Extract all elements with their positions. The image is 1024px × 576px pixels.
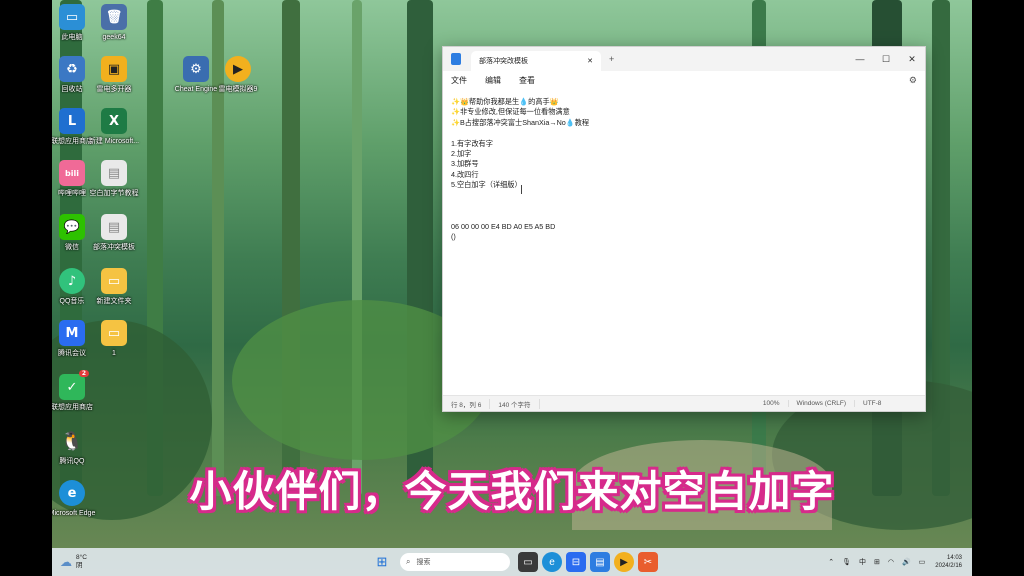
chevron-up-icon[interactable]: ⌃ — [828, 558, 834, 566]
notepad-app-icon — [451, 53, 461, 65]
ime-grid-icon[interactable]: ⊞ — [874, 558, 880, 566]
qq-penguin-icon: 🐧 — [60, 430, 84, 452]
clock[interactable]: 14:03 2024/2/16 — [935, 554, 962, 570]
start-icon[interactable]: ⊞ — [372, 552, 392, 572]
tab-document[interactable]: 部落冲突改模板 ✕ — [471, 51, 601, 71]
qq-music-icon: ♪ — [59, 268, 85, 294]
editor-line: 2.加字 — [451, 148, 472, 158]
store-icon[interactable]: ⊟ — [566, 552, 586, 572]
window-controls: — ☐ ✕ — [847, 54, 925, 65]
recycle-bin-icon: ♻ — [59, 56, 85, 82]
battery-icon[interactable]: ▭ — [919, 558, 926, 566]
char-count: 140 个字符 — [490, 398, 540, 409]
editor-line: ✨非专业修改,但保证每一位看物满意 — [451, 107, 570, 117]
desktop-icon-excel[interactable]: X 新建 Microsoft... — [88, 108, 140, 146]
editor-line: 1.有字改有字 — [451, 138, 493, 148]
desktop-icon-doc-template[interactable]: ▤ 部落冲突模板 — [88, 214, 140, 252]
input-language[interactable]: 中 — [859, 557, 866, 567]
multi-instance-icon: ▣ — [101, 56, 127, 82]
taskbar-center: ⊞ ⌕ 搜索 ▭ e ⊟ ▤ ▶ ✂ — [370, 552, 660, 572]
notification-badge: 2 — [78, 370, 89, 377]
close-icon[interactable]: ✕ — [899, 54, 925, 65]
desktop: ▭ 此电脑 🗑 geek64 ♻ 回收站 ▣ 雷电多开器 ⚙ Cheat Eng… — [52, 0, 972, 576]
desktop-icon-folder-1[interactable]: ▭ 1 — [88, 320, 140, 358]
text-cursor — [521, 185, 522, 194]
microphone-icon[interactable]: 🎙 — [842, 558, 851, 566]
app-store-icon: ✓ 2 — [59, 370, 89, 400]
document-icon: ▤ — [101, 214, 127, 240]
search-icon: ⌕ — [406, 557, 411, 566]
settings-gear-icon[interactable]: ⚙ — [909, 75, 917, 86]
text-editor[interactable]: ✨👑帮助你我都是生💧的高手👑 ✨非专业修改,但保证每一位看物满意 ✨B占搜部落冲… — [443, 95, 925, 395]
editor-line: 06 00 00 00 E4 BD A0 E5 A5 BD — [451, 221, 556, 231]
editor-line: ✨👑帮助你我都是生💧的高手👑 — [451, 97, 559, 106]
edge-icon[interactable]: e — [542, 552, 562, 572]
clock-date: 2024/2/16 — [935, 563, 962, 569]
weather-temp: 8°C — [76, 554, 87, 561]
excel-icon: X — [101, 108, 127, 134]
clock-time: 14:03 — [946, 555, 962, 561]
search-placeholder: 搜索 — [416, 559, 431, 566]
wechat-icon: 💬 — [59, 214, 85, 240]
new-tab-icon[interactable]: + — [609, 54, 614, 64]
meeting-icon: M — [59, 320, 85, 346]
title-bar: 部落冲突改模板 ✕ + — ☐ ✕ — [443, 47, 925, 71]
bilibili-icon: bili — [59, 160, 85, 186]
computer-icon: ▭ — [59, 4, 85, 30]
cursor-position: 行 8，列 6 — [443, 398, 491, 409]
emulator-icon[interactable]: ▶ — [614, 552, 634, 572]
weather-desc: 阴 — [76, 562, 83, 569]
document-icon: ▤ — [101, 160, 127, 186]
taskbar: ☁ 8°C 阴 ⊞ ⌕ 搜索 ▭ e ⊟ ▤ ▶ ✂ ⌃ 🎙 中 ⊞ ◠ 🔊 ▭… — [52, 548, 972, 576]
zoom-level[interactable]: 100% — [755, 400, 789, 407]
desktop-icon-emulator[interactable]: ▶ 雷电模拟器9 — [212, 56, 264, 94]
emulator-icon: ▶ — [225, 56, 251, 82]
line-ending[interactable]: Windows (CRLF) — [789, 400, 855, 407]
tab-close-icon[interactable]: ✕ — [587, 57, 593, 65]
folder-icon: ▭ — [101, 320, 127, 346]
store-icon: L — [59, 108, 85, 134]
folder-icon: ▭ — [101, 268, 127, 294]
notepad-icon[interactable]: ▤ — [590, 552, 610, 572]
cheat-engine-icon: ⚙ — [183, 56, 209, 82]
geek-icon: 🗑 — [101, 4, 127, 30]
editor-line: () — [451, 232, 456, 242]
editor-line: 3.加群号 — [451, 159, 479, 169]
maximize-icon[interactable]: ☐ — [873, 54, 899, 65]
desktop-icon-geek64[interactable]: 🗑 geek64 — [88, 4, 140, 42]
weather-widget[interactable]: ☁ 8°C 阴 — [60, 554, 87, 570]
menu-bar: 文件 编辑 查看 ⚙ — [443, 71, 925, 89]
editor-line: 4.改四行 — [451, 169, 479, 179]
notepad-window: 部落冲突改模板 ✕ + — ☐ ✕ 文件 编辑 查看 ⚙ ✨👑帮助你我都是生💧的… — [442, 46, 926, 412]
video-subtitle: 小伙伴们，今天我们来对空白加字 — [189, 467, 835, 516]
task-view-icon[interactable]: ▭ — [518, 552, 538, 572]
desktop-icon-new-folder[interactable]: ▭ 新建文件夹 — [88, 268, 140, 306]
encoding[interactable]: UTF-8 — [855, 400, 925, 407]
wifi-icon[interactable]: ◠ — [888, 558, 894, 566]
menu-file[interactable]: 文件 — [451, 75, 467, 86]
system-tray: ⌃ 🎙 中 ⊞ ◠ 🔊 ▭ 14:03 2024/2/16 — [820, 554, 962, 570]
taskbar-search[interactable]: ⌕ 搜索 — [400, 553, 510, 571]
tab-title: 部落冲突改模板 — [479, 58, 528, 65]
menu-edit[interactable]: 编辑 — [485, 75, 501, 86]
status-bar: 行 8，列 6 140 个字符 100% Windows (CRLF) UTF-… — [443, 395, 925, 411]
cloud-icon: ☁ — [60, 555, 72, 569]
desktop-icon-multi-instance[interactable]: ▣ 雷电多开器 — [88, 56, 140, 94]
desktop-icon-app-store[interactable]: ✓ 2 联想应用商店 — [52, 370, 98, 412]
minimize-icon[interactable]: — — [847, 54, 873, 65]
menu-view[interactable]: 查看 — [519, 75, 535, 86]
editor-line: ✨B占搜部落冲突富士ShanXia→No💧教程 — [451, 117, 590, 127]
volume-icon[interactable]: 🔊 — [902, 558, 911, 566]
desktop-icon-doc-tutorial[interactable]: ▤ 空白加字节教程 — [88, 160, 140, 198]
capture-icon[interactable]: ✂ — [638, 552, 658, 572]
